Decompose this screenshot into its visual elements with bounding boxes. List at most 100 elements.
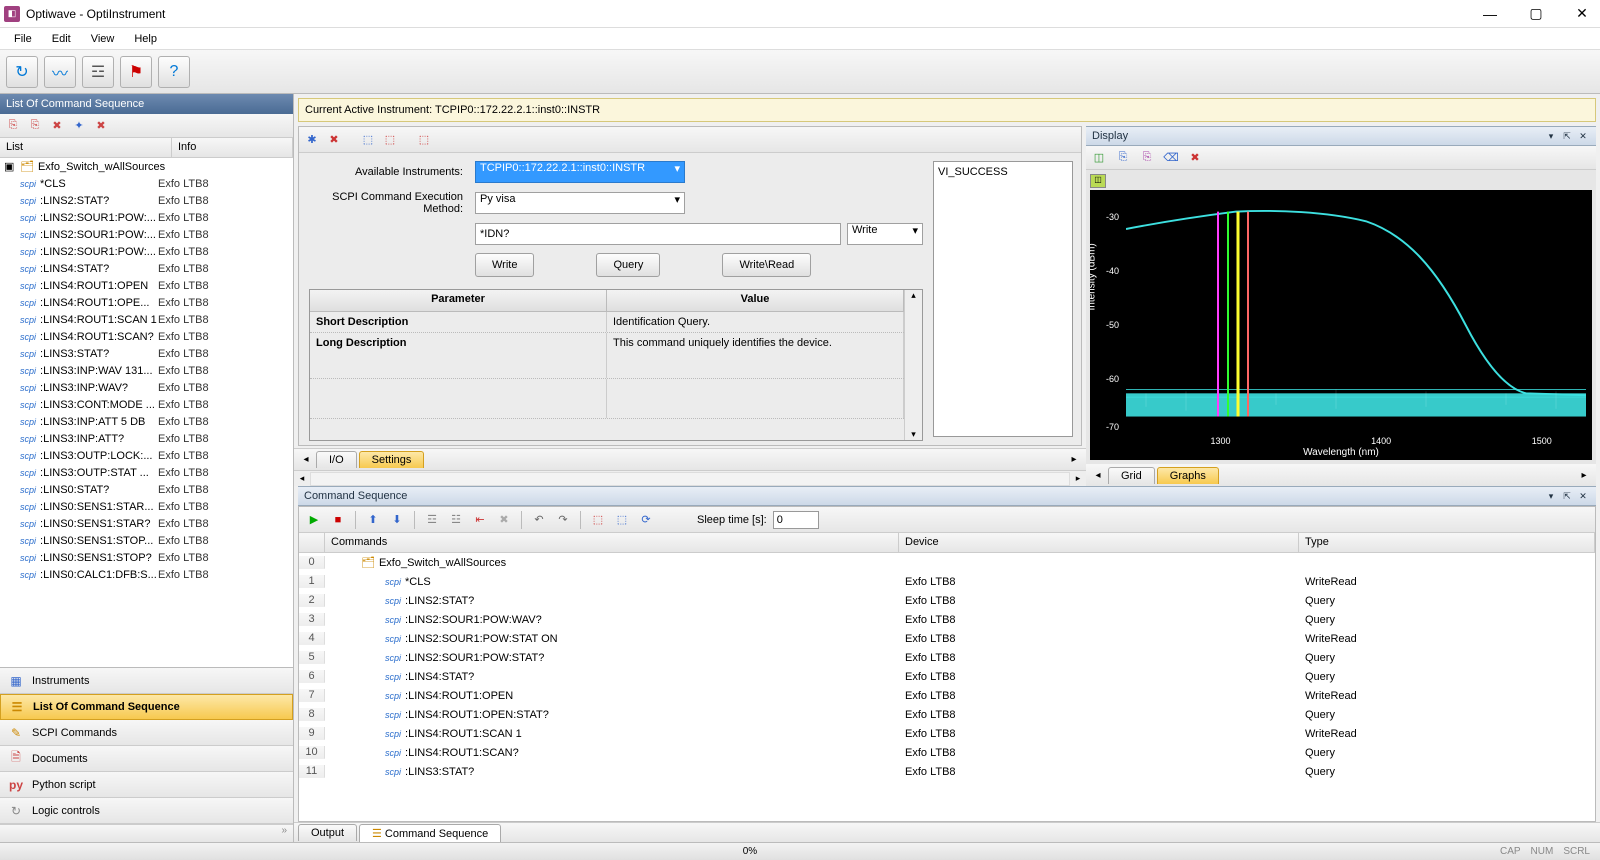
dt-btn-2[interactable]: ⎘ xyxy=(1114,149,1132,167)
nav-docs[interactable]: 🗎Documents xyxy=(0,746,293,772)
exec-method-combo[interactable]: Py visa▾ xyxy=(475,192,685,214)
cs-btn-d[interactable]: ✖ xyxy=(495,511,513,529)
nav-instruments[interactable]: ▦Instruments xyxy=(0,668,293,694)
tab-scroll-right[interactable]: ▸ xyxy=(1066,454,1082,465)
chart-corner-icon[interactable]: ◫ xyxy=(1090,174,1106,188)
nav-list[interactable]: ☰List Of Command Sequence xyxy=(0,694,293,720)
dt-btn-4[interactable]: ⌫ xyxy=(1162,149,1180,167)
cs-btn-e[interactable]: ⬚ xyxy=(589,511,607,529)
tab-io[interactable]: I/O xyxy=(316,451,357,468)
list-item[interactable]: scpi:LINS3:OUTP:STAT ...Exfo LTB8 xyxy=(0,464,293,481)
menu-help[interactable]: Help xyxy=(126,31,165,47)
cs-stop-button[interactable]: ■ xyxy=(329,511,347,529)
display-menu-icon[interactable]: ▾ xyxy=(1544,129,1558,143)
list-item[interactable]: scpi:LINS2:SOUR1:POW:...Exfo LTB8 xyxy=(0,209,293,226)
cs-h-cmds[interactable]: Commands xyxy=(325,533,899,552)
writeread-button[interactable]: Write\Read xyxy=(722,253,811,277)
list-item[interactable]: scpi:LINS0:SENS1:STOP...Exfo LTB8 xyxy=(0,532,293,549)
collapse-icon[interactable]: ▣ xyxy=(4,160,16,173)
list-item[interactable]: scpi:LINS4:ROUT1:OPENExfo LTB8 xyxy=(0,277,293,294)
cs-row[interactable]: 2scpi:LINS2:STAT?Exfo LTB8Query xyxy=(299,591,1595,610)
list-item[interactable]: scpi:LINS3:INP:ATT?Exfo LTB8 xyxy=(0,430,293,447)
list-item[interactable]: scpi:LINS0:CALC1:DFB:S...Exfo LTB8 xyxy=(0,566,293,583)
close-button[interactable]: ✕ xyxy=(1568,5,1596,22)
cs-row[interactable]: 10scpi:LINS4:ROUT1:SCAN?Exfo LTB8Query xyxy=(299,743,1595,762)
cs-btn-b[interactable]: ☳ xyxy=(447,511,465,529)
cs-body[interactable]: 0 🗂Exfo_Switch_wAllSources 1scpi*CLSExfo… xyxy=(299,553,1595,821)
dtab-scroll-left[interactable]: ◂ xyxy=(1090,470,1106,481)
tab-scroll-left[interactable]: ◂ xyxy=(298,454,314,465)
list-item[interactable]: scpi:LINS3:OUTP:LOCK:...Exfo LTB8 xyxy=(0,447,293,464)
nav-logic[interactable]: ↻Logic controls xyxy=(0,798,293,824)
dt-btn-3[interactable]: ⎘ xyxy=(1138,149,1156,167)
cs-btn-f[interactable]: ⬚ xyxy=(613,511,631,529)
cs-close-icon[interactable]: ✕ xyxy=(1576,489,1590,503)
available-instruments-combo[interactable]: TCPIP0::172.22.2.1::inst0::INSTR▾ xyxy=(475,161,685,183)
cs-down-button[interactable]: ⬇ xyxy=(388,511,406,529)
header-list[interactable]: List xyxy=(0,138,172,157)
list-item[interactable]: scpi:LINS0:STAT?Exfo LTB8 xyxy=(0,481,293,498)
cs-row[interactable]: 3scpi:LINS2:SOUR1:POW:WAV?Exfo LTB8Query xyxy=(299,610,1595,629)
cs-row[interactable]: 8scpi:LINS4:ROUT1:OPEN:STAT?Exfo LTB8Que… xyxy=(299,705,1595,724)
cs-row[interactable]: 4scpi:LINS2:SOUR1:POW:STAT ONExfo LTB8Wr… xyxy=(299,629,1595,648)
query-button[interactable]: Query xyxy=(596,253,660,277)
toolbar-sync-button[interactable]: ↻ xyxy=(6,56,38,88)
cs-up-button[interactable]: ⬆ xyxy=(364,511,382,529)
list-item[interactable]: scpi:LINS3:INP:ATT 5 DBExfo LTB8 xyxy=(0,413,293,430)
display-pin-icon[interactable]: ⇱ xyxy=(1560,129,1574,143)
mt-btn-3[interactable]: ✖ xyxy=(48,117,66,135)
io-tb-a[interactable]: ⬚ xyxy=(359,131,377,149)
mt-btn-2[interactable]: ⎘ xyxy=(26,117,44,135)
cs-row[interactable]: 1scpi*CLSExfo LTB8WriteRead xyxy=(299,572,1595,591)
list-item[interactable]: scpi:LINS4:STAT?Exfo LTB8 xyxy=(0,260,293,277)
toolbar-list-button[interactable]: ☲ xyxy=(82,56,114,88)
mt-btn-4[interactable]: ✦ xyxy=(70,117,88,135)
cs-row[interactable]: 9scpi:LINS4:ROUT1:SCAN 1Exfo LTB8WriteRe… xyxy=(299,724,1595,743)
header-info[interactable]: Info xyxy=(172,138,293,157)
mt-btn-1[interactable]: ⎘ xyxy=(4,117,22,135)
io-tb-c[interactable]: ⬚ xyxy=(415,131,433,149)
list-item[interactable]: scpi*CLSExfo LTB8 xyxy=(0,175,293,192)
list-item[interactable]: scpi:LINS3:STAT?Exfo LTB8 xyxy=(0,345,293,362)
list-item[interactable]: scpi:LINS4:ROUT1:SCAN 1Exfo LTB8 xyxy=(0,311,293,328)
minimize-button[interactable]: — xyxy=(1476,6,1504,22)
command-input[interactable] xyxy=(475,223,841,245)
cs-undo-button[interactable]: ↶ xyxy=(530,511,548,529)
menu-edit[interactable]: Edit xyxy=(44,31,79,47)
io-tb-del[interactable]: ✖ xyxy=(325,131,343,149)
write-button[interactable]: Write xyxy=(475,253,534,277)
cs-row[interactable]: 6scpi:LINS4:STAT?Exfo LTB8Query xyxy=(299,667,1595,686)
mt-btn-5[interactable]: ✖ xyxy=(92,117,110,135)
dt-btn-5[interactable]: ✖ xyxy=(1186,149,1204,167)
menu-file[interactable]: File xyxy=(6,31,40,47)
cs-redo-button[interactable]: ↷ xyxy=(554,511,572,529)
cs-root-row[interactable]: 0 🗂Exfo_Switch_wAllSources xyxy=(299,553,1595,572)
menu-view[interactable]: View xyxy=(83,31,123,47)
list-item[interactable]: scpi:LINS3:INP:WAV 131...Exfo LTB8 xyxy=(0,362,293,379)
list-item[interactable]: scpi:LINS2:SOUR1:POW:...Exfo LTB8 xyxy=(0,226,293,243)
rw-combo[interactable]: Write▾ xyxy=(847,223,923,245)
chart-area[interactable]: Intensity (dBm) Wavelength (nm) -30 -40 … xyxy=(1090,190,1592,460)
tab-settings[interactable]: Settings xyxy=(359,451,425,468)
maximize-button[interactable]: ▢ xyxy=(1522,5,1550,22)
cs-row[interactable]: 5scpi:LINS2:SOUR1:POW:STAT?Exfo LTB8Quer… xyxy=(299,648,1595,667)
tab-output[interactable]: Output xyxy=(298,824,357,841)
cs-row[interactable]: 7scpi:LINS4:ROUT1:OPENExfo LTB8WriteRead xyxy=(299,686,1595,705)
cs-loop-button[interactable]: ⟳ xyxy=(637,511,655,529)
io-tb-b[interactable]: ⬚ xyxy=(381,131,399,149)
io-hscroll[interactable]: ◂▸ xyxy=(294,470,1086,486)
cs-h-type[interactable]: Type xyxy=(1299,533,1595,552)
list-item[interactable]: scpi:LINS0:SENS1:STAR...Exfo LTB8 xyxy=(0,498,293,515)
dt-btn-1[interactable]: ◫ xyxy=(1090,149,1108,167)
list-body[interactable]: ▣ 🗂 Exfo_Switch_wAllSources scpi*CLSExfo… xyxy=(0,158,293,667)
cs-h-device[interactable]: Device xyxy=(899,533,1299,552)
nav-scpi[interactable]: ✎SCPI Commands xyxy=(0,720,293,746)
list-item[interactable]: scpi:LINS2:STAT?Exfo LTB8 xyxy=(0,192,293,209)
tab-cmdseq[interactable]: ☰Command Sequence xyxy=(359,824,501,842)
pt-scrollbar[interactable]: ▴▾ xyxy=(904,290,922,440)
cs-row[interactable]: 11scpi:LINS3:STAT?Exfo LTB8Query xyxy=(299,762,1595,781)
dtab-scroll-right[interactable]: ▸ xyxy=(1576,470,1592,481)
io-tb-new[interactable]: ✱ xyxy=(303,131,321,149)
list-item[interactable]: scpi:LINS2:SOUR1:POW:...Exfo LTB8 xyxy=(0,243,293,260)
toolbar-help-button[interactable]: ? xyxy=(158,56,190,88)
